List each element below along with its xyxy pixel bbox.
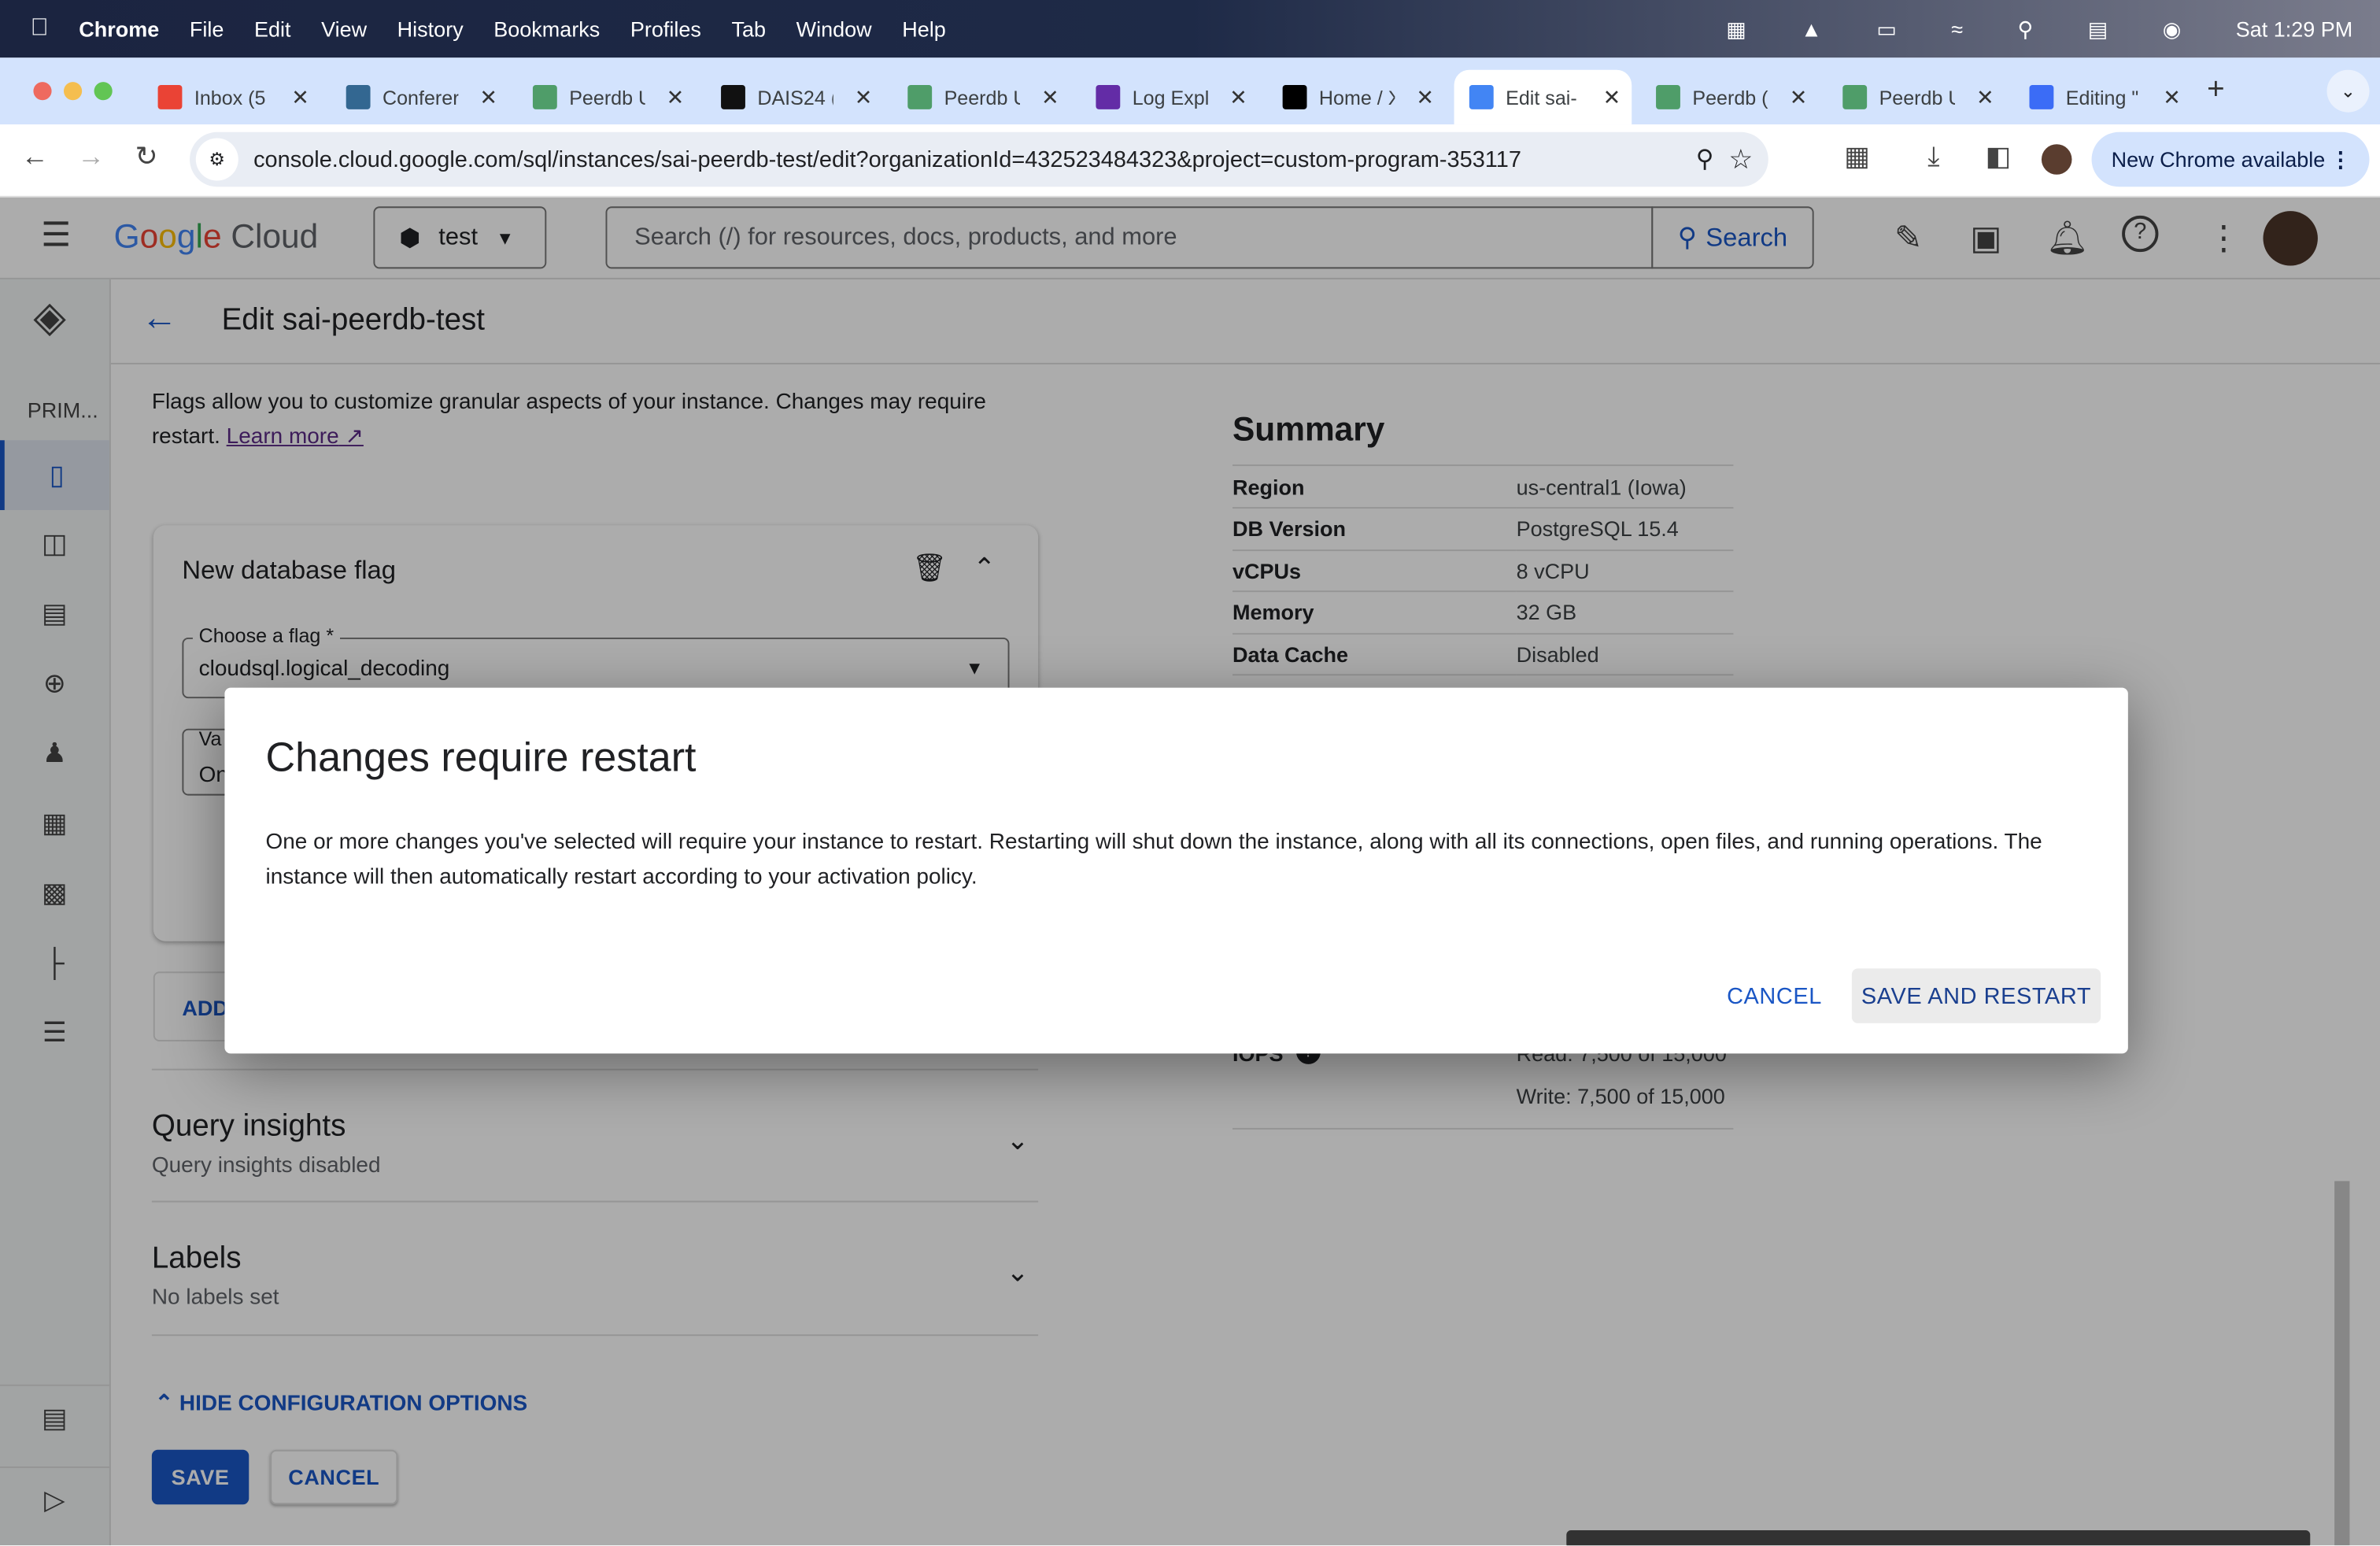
tab-title: Inbox (5 — [194, 85, 266, 109]
drive-icon[interactable]: ▲ — [1801, 17, 1822, 41]
save-and-restart-button[interactable]: SAVE AND RESTART — [1851, 968, 2101, 1023]
restart-confirmation-dialog: Changes require restart One or more chan… — [224, 687, 2128, 1054]
back-icon[interactable]: ← — [21, 141, 49, 172]
tab-close-icon[interactable]: ✕ — [291, 84, 309, 110]
tab[interactable]: Peerdb U ✕ — [893, 70, 1072, 124]
tab-close-icon[interactable]: ✕ — [479, 84, 497, 110]
address-bar[interactable]: ⚙ console.cloud.google.com/sql/instances… — [190, 131, 1768, 187]
peerdb-icon — [1842, 84, 1868, 109]
spotlight-icon[interactable]: ⚲ — [2018, 16, 2034, 42]
tab-search-button[interactable]: ⌄ — [2326, 69, 2370, 113]
browser-toolbar: ← → ↻ ⚙ console.cloud.google.com/sql/ins… — [0, 124, 2380, 198]
new-chrome-label: New Chrome available — [2111, 147, 2326, 172]
tab[interactable]: Log Expl ✕ — [1081, 70, 1260, 124]
tab-close-icon[interactable]: ✕ — [1416, 84, 1434, 110]
downloads-icon[interactable]: ⤓ — [1927, 141, 1939, 172]
url-text[interactable]: console.cloud.google.com/sql/instances/s… — [253, 146, 1521, 172]
tab-close-icon[interactable]: ✕ — [1976, 84, 1994, 110]
siri-icon[interactable]: ◉ — [2163, 16, 2182, 42]
menu-edit[interactable]: Edit — [254, 17, 291, 41]
more-vert-icon[interactable]: ⋮ — [2330, 146, 2351, 172]
profile-avatar[interactable] — [2041, 144, 2072, 175]
tab-close-icon[interactable]: ✕ — [855, 84, 873, 110]
tab-close-icon[interactable]: ✕ — [1790, 84, 1808, 110]
new-chrome-available-button[interactable]: New Chrome available ⋮ — [2091, 131, 2370, 187]
tab[interactable]: Editing " ✕ — [2014, 70, 2193, 124]
datadog-icon — [1096, 84, 1121, 109]
reload-icon[interactable]: ↻ — [135, 141, 158, 172]
apple-icon[interactable]:  — [31, 15, 49, 43]
dialog-cancel-button[interactable]: CANCEL — [1712, 968, 1836, 1023]
peerdb-icon — [532, 84, 557, 109]
cloudsql-icon — [1469, 84, 1494, 109]
tab-close-icon[interactable]: ✕ — [1229, 84, 1247, 110]
battery-icon[interactable]: ▭ — [1876, 16, 1897, 42]
tab[interactable]: Edit sai- ✕ — [1454, 69, 1632, 125]
tab[interactable]: Peerdb U ✕ — [1828, 70, 2007, 124]
tab-close-icon[interactable]: ✕ — [1603, 84, 1621, 110]
tab-title: Peerdb U — [1879, 85, 1955, 109]
bookmark-star-icon[interactable]: ☆ — [1728, 143, 1753, 175]
dais-icon — [721, 84, 745, 109]
tab-close-icon[interactable]: ✕ — [1041, 84, 1059, 110]
menu-profiles[interactable]: Profiles — [630, 17, 701, 41]
tab[interactable]: Conferer ✕ — [331, 70, 510, 124]
postgres-icon — [346, 84, 371, 109]
menu-history[interactable]: History — [397, 17, 464, 41]
macos-menubar:  Chrome File Edit View History Bookmark… — [0, 0, 2380, 58]
tab-close-icon[interactable]: ✕ — [667, 84, 685, 110]
clock[interactable]: Sat 1:29 PM — [2236, 17, 2353, 41]
gmail-icon — [157, 84, 183, 109]
new-tab-button[interactable]: + — [2207, 73, 2225, 108]
menu-help[interactable]: Help — [902, 17, 946, 41]
menu-bookmarks[interactable]: Bookmarks — [493, 17, 600, 41]
menu-window[interactable]: Window — [796, 17, 872, 41]
tab[interactable]: Home / X ✕ — [1267, 70, 1447, 124]
zoom-icon[interactable]: ⚲ — [1696, 144, 1714, 175]
save-and-restart-label: SAVE AND RESTART — [1861, 982, 2092, 1009]
x-icon — [1282, 84, 1307, 109]
peerdb-icon — [907, 84, 933, 109]
menu-app[interactable]: Chrome — [79, 17, 159, 41]
tab-title: Editing " — [2065, 85, 2139, 109]
tab[interactable]: Inbox (5 ✕ — [142, 70, 322, 124]
tab-strip: Inbox (5 ✕ Conferer ✕ Peerdb U ✕ DAIS24 (✕ Peer… — [0, 57, 2380, 125]
wifi-icon[interactable]: ≈ — [1951, 17, 1963, 41]
dialog-body: One or more changes you've selected will… — [265, 830, 2042, 890]
dialog-title: Changes require restart — [265, 734, 697, 781]
tab-title: Conferer — [382, 85, 459, 109]
dialog-cancel-label: CANCEL — [1727, 982, 1822, 1009]
zoom-window-button[interactable] — [94, 82, 113, 101]
status-app-icon[interactable]: ▦ — [1726, 16, 1746, 42]
control-center-icon[interactable]: ▤ — [2088, 16, 2108, 42]
tab-title: Peerdb U — [569, 85, 645, 109]
tab-title: Edit sai- — [1506, 85, 1577, 109]
side-panel-icon[interactable]: ◧ — [1986, 141, 2012, 172]
tab[interactable]: DAIS24 ( ✕ — [706, 70, 885, 124]
tab[interactable]: Peerdb ( ✕ — [1641, 70, 1820, 124]
peerdb-icon — [1656, 84, 1680, 109]
close-window-button[interactable] — [33, 82, 52, 101]
menu-view[interactable]: View — [321, 17, 367, 41]
forward-icon[interactable]: → — [77, 141, 105, 172]
tab-close-icon[interactable]: ✕ — [2163, 84, 2181, 110]
menu-tab[interactable]: Tab — [732, 17, 767, 41]
tab-title: Peerdb U — [944, 85, 1020, 109]
editor-icon — [2029, 84, 2054, 109]
tab[interactable]: Peerdb U ✕ — [518, 70, 697, 124]
tab-title: Peerdb ( — [1692, 85, 1768, 109]
menu-file[interactable]: File — [190, 17, 224, 41]
tab-title: Home / X — [1318, 85, 1395, 109]
extensions-icon[interactable]: ▦ — [1844, 141, 1870, 172]
tab-title: DAIS24 ( — [757, 85, 833, 109]
minimize-window-button[interactable] — [63, 82, 83, 101]
site-settings-icon[interactable]: ⚙ — [195, 138, 238, 181]
tab-title: Log Expl — [1132, 85, 1209, 109]
